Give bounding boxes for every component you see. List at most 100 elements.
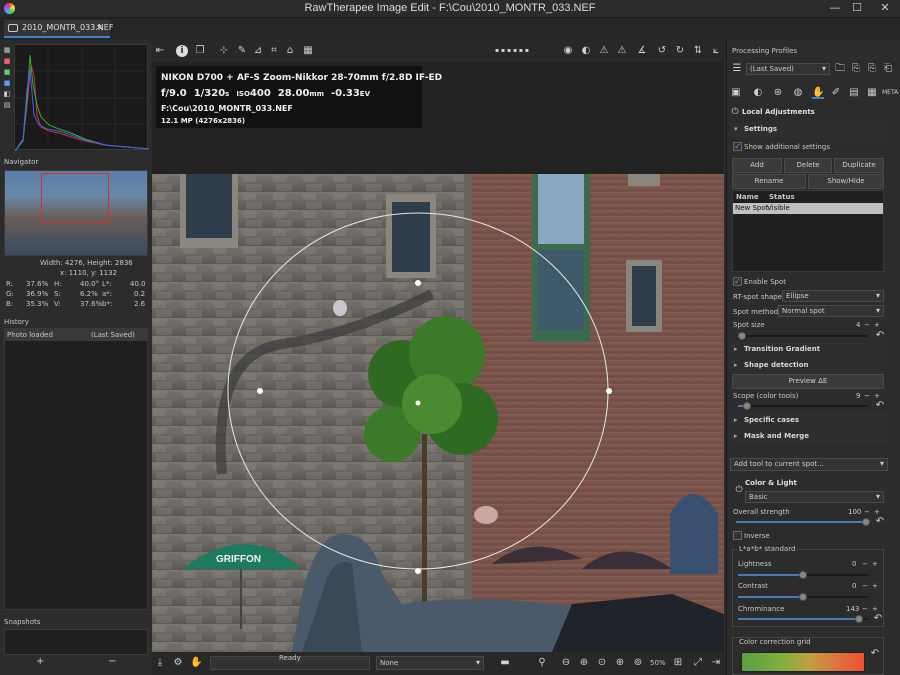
spot-handle-left[interactable] bbox=[257, 388, 263, 394]
zoom-fit-crop-icon[interactable]: ⊙ bbox=[596, 657, 608, 669]
local-adjustments-power-icon[interactable]: ⏻ bbox=[729, 106, 741, 118]
tab-metadata-icon[interactable]: META bbox=[882, 87, 898, 99]
zoom-in-icon[interactable]: ⊕ bbox=[614, 657, 626, 669]
new-detail-window-icon[interactable]: ⊞ bbox=[672, 657, 684, 669]
tab-raw-icon[interactable]: ▦ bbox=[866, 87, 878, 99]
navigator-viewport[interactable] bbox=[41, 173, 109, 223]
color-correction-grid[interactable] bbox=[741, 652, 865, 672]
remove-snapshot-button[interactable]: − bbox=[108, 656, 116, 667]
close-button[interactable]: ✕ bbox=[870, 0, 900, 16]
straighten-icon[interactable]: ⌂ bbox=[284, 45, 296, 57]
zoom-fit-icon[interactable]: ⚲ bbox=[536, 657, 548, 669]
scope-minus[interactable]: − bbox=[864, 391, 870, 401]
spot-method-select[interactable]: Normal spot bbox=[778, 305, 884, 317]
spot-size-minus[interactable]: − bbox=[864, 320, 870, 330]
profile-list-icon[interactable]: ☰ bbox=[731, 63, 743, 75]
overall-strength-slider[interactable] bbox=[736, 518, 870, 526]
contrast-slider[interactable] bbox=[738, 593, 868, 601]
tab-close-icon[interactable]: ✕ bbox=[96, 23, 103, 32]
flip-icon[interactable]: ⇅ bbox=[692, 45, 704, 57]
open-profile-icon[interactable]: 🗀 bbox=[834, 63, 846, 75]
chrominance-slider[interactable] bbox=[738, 615, 868, 623]
background-color-icon[interactable]: ▬ bbox=[492, 657, 518, 669]
chrominance-minus[interactable]: − bbox=[862, 604, 868, 614]
tab-favorites-icon[interactable]: ▣ bbox=[730, 87, 742, 99]
enable-spot-checkbox[interactable]: ✓ bbox=[733, 277, 742, 286]
mask-merge-section[interactable]: Mask and Merge bbox=[730, 429, 888, 444]
chrominance-value[interactable]: 143 bbox=[846, 604, 859, 614]
info-icon[interactable]: i bbox=[176, 45, 188, 57]
shape-detection-section[interactable]: Shape detection bbox=[730, 358, 888, 373]
scope-slider[interactable] bbox=[738, 402, 868, 410]
color-picker-icon[interactable]: ✎ bbox=[236, 45, 248, 57]
maximize-button[interactable]: ☐ bbox=[846, 0, 868, 16]
paste-profile-icon[interactable]: ⎗ bbox=[882, 63, 894, 75]
settings-section[interactable]: Settings bbox=[730, 122, 888, 137]
navigator-preview[interactable] bbox=[4, 170, 148, 256]
slider-knob[interactable] bbox=[862, 518, 870, 526]
rename-spot-button[interactable]: Rename bbox=[732, 174, 806, 189]
slider-knob[interactable] bbox=[737, 332, 746, 340]
overall-strength-minus[interactable]: − bbox=[864, 507, 870, 517]
duplicate-spot-button[interactable]: Duplicate bbox=[834, 158, 884, 173]
tab-detail-icon[interactable]: ⊛ bbox=[772, 87, 784, 99]
lightness-value[interactable]: 0 bbox=[852, 559, 856, 569]
focus-mask-icon[interactable]: ◉ bbox=[562, 45, 574, 57]
add-snapshot-button[interactable]: + bbox=[36, 656, 44, 667]
hand-tool-icon[interactable]: ⊹ bbox=[218, 45, 230, 57]
shadow-clip-icon[interactable]: ◐ bbox=[580, 45, 592, 57]
spot-handle-right[interactable] bbox=[606, 388, 612, 394]
save-image-icon[interactable]: ⤓ bbox=[154, 657, 166, 669]
zoom-out-icon[interactable]: ⊖ bbox=[560, 657, 572, 669]
save-profile-icon[interactable]: ⎘ bbox=[850, 63, 862, 75]
zoom-100-icon[interactable]: ⊕ bbox=[578, 657, 590, 669]
spot-size-slider[interactable] bbox=[737, 332, 868, 340]
contrast-minus[interactable]: − bbox=[862, 581, 868, 591]
scope-reset-icon[interactable]: ↶ bbox=[874, 400, 886, 412]
tab-image[interactable]: 2010_MONTR_033.NEF ✕ bbox=[4, 20, 113, 38]
blue-channel-icon[interactable]: ■ bbox=[2, 77, 12, 87]
copy-profile-icon[interactable]: ⎘ bbox=[866, 63, 878, 75]
spot-row[interactable]: New Spot Visible bbox=[733, 203, 883, 214]
rotate-left-icon[interactable]: ↺ bbox=[656, 45, 668, 57]
preview-de-button[interactable]: Preview ΔE bbox=[732, 374, 884, 389]
show-hide-spot-button[interactable]: Show/Hide bbox=[808, 174, 884, 189]
raw-histogram-icon[interactable]: ▤ bbox=[2, 99, 12, 109]
contrast-value[interactable]: 0 bbox=[852, 581, 856, 591]
lightness-minus[interactable]: − bbox=[862, 559, 868, 569]
tab-color-icon[interactable]: ◍ bbox=[792, 87, 804, 99]
perspective-icon[interactable]: ▦ bbox=[302, 45, 314, 57]
zoom-fit-screen-icon[interactable]: ⊚ bbox=[632, 657, 644, 669]
histogram-mode-icon[interactable]: ▦ bbox=[2, 44, 12, 54]
warning-high-icon[interactable]: ⚠ bbox=[616, 45, 628, 57]
white-balance-picker-icon[interactable]: ⊿ bbox=[252, 45, 264, 57]
overall-strength-reset-icon[interactable]: ↶ bbox=[874, 516, 886, 528]
warning-low-icon[interactable]: ⚠ bbox=[598, 45, 610, 57]
luminance-icon[interactable]: ◧ bbox=[2, 88, 12, 98]
specific-cases-section[interactable]: Specific cases bbox=[730, 413, 888, 428]
red-channel-icon[interactable]: ■ bbox=[2, 55, 12, 65]
lightness-plus[interactable]: + bbox=[872, 559, 878, 569]
hide-right-panel-icon[interactable]: ⇥ bbox=[710, 657, 722, 669]
slider-knob[interactable] bbox=[799, 593, 807, 601]
add-spot-button[interactable]: Add bbox=[732, 158, 782, 173]
spot-size-value[interactable]: 4 bbox=[856, 320, 860, 330]
inverse-checkbox[interactable] bbox=[733, 531, 742, 540]
lightness-slider[interactable] bbox=[738, 571, 868, 579]
profile-select[interactable]: (Last Saved) bbox=[746, 63, 830, 75]
delete-spot-button[interactable]: Delete bbox=[784, 158, 832, 173]
before-after-icon[interactable]: ❐ bbox=[194, 45, 206, 57]
image-viewport[interactable]: NIKON D700 + AF-S Zoom-Nikkor 28-70mm f/… bbox=[152, 62, 724, 652]
external-editor-icon[interactable]: ✋ bbox=[190, 657, 202, 669]
spot-ellipse-overlay[interactable] bbox=[152, 62, 724, 652]
queue-icon[interactable]: ⚙ bbox=[172, 657, 184, 669]
minimize-button[interactable]: — bbox=[824, 0, 846, 16]
preview-channels-icon[interactable]: ▪ ▪ ▪ ▪ ▪ ▪ bbox=[482, 45, 542, 57]
spot-size-reset-icon[interactable]: ↶ bbox=[874, 330, 886, 342]
show-additional-checkbox[interactable]: ✓ bbox=[733, 142, 742, 151]
transform-icon[interactable]: ⟀ bbox=[710, 45, 722, 57]
scope-value[interactable]: 9 bbox=[856, 391, 860, 401]
spot-handle-center[interactable] bbox=[415, 400, 421, 406]
color-light-mode-select[interactable]: Basic bbox=[745, 491, 884, 503]
spot-handle-top[interactable] bbox=[415, 280, 421, 286]
